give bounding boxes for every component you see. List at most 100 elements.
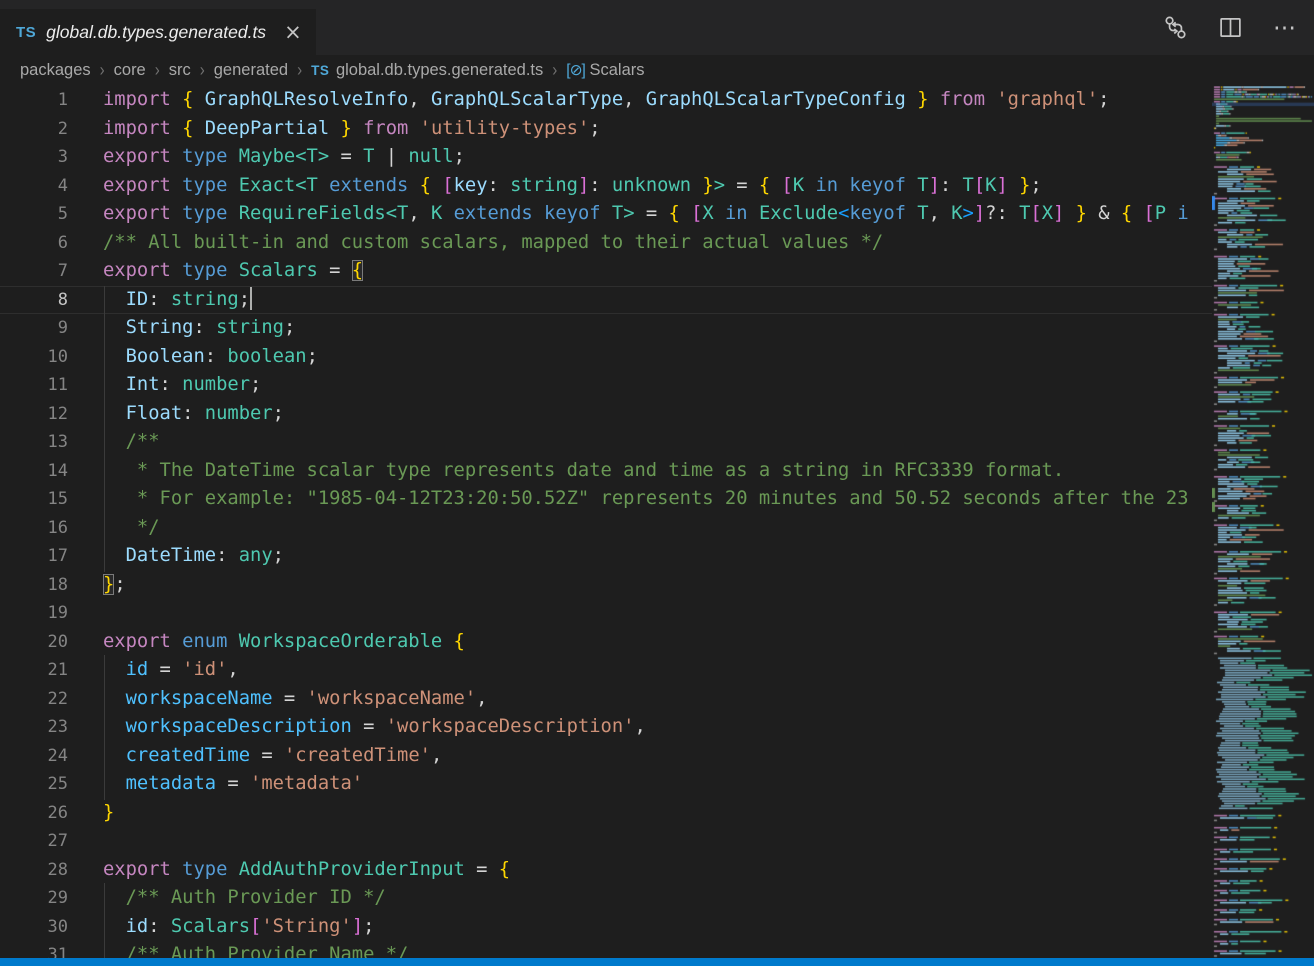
line-number[interactable]: 14 (0, 457, 68, 486)
code-line[interactable]: 4export type Exact<T extends { [key: str… (0, 172, 1212, 201)
code-line[interactable]: 7export type Scalars = { (0, 257, 1212, 286)
minimap[interactable] (1212, 86, 1314, 958)
breadcrumb-item-core[interactable]: core (114, 61, 146, 80)
split-editor-icon[interactable] (1218, 15, 1243, 40)
code-line[interactable]: 1import { GraphQLResolveInfo, GraphQLSca… (0, 86, 1212, 115)
code-token: ] (352, 916, 363, 937)
code-line[interactable]: 19 (0, 599, 1212, 628)
breadcrumb-item-src[interactable]: src (169, 61, 191, 80)
code-line[interactable]: 15 * For example: "1985-04-12T23:20:50.5… (0, 485, 1212, 514)
line-number[interactable]: 6 (0, 229, 68, 258)
line-number[interactable]: 12 (0, 400, 68, 429)
line-number[interactable]: 17 (0, 542, 68, 571)
code-line[interactable]: 3export type Maybe<T> = T | null; (0, 143, 1212, 172)
code-line[interactable]: 27 (0, 827, 1212, 856)
code-line[interactable]: 29 /** Auth Provider ID */ (0, 884, 1212, 913)
line-number[interactable]: 31 (0, 941, 68, 958)
code-token (929, 89, 940, 110)
line-number[interactable]: 11 (0, 371, 68, 400)
line-number[interactable]: 29 (0, 884, 68, 913)
line-number[interactable]: 9 (0, 314, 68, 343)
breadcrumb-separator: › (100, 60, 105, 81)
code-token: } (103, 802, 114, 823)
line-number[interactable]: 22 (0, 685, 68, 714)
code-line[interactable]: 18}; (0, 571, 1212, 600)
line-number[interactable]: 4 (0, 172, 68, 201)
more-actions-icon[interactable]: ⋯ (1273, 14, 1298, 41)
close-icon[interactable]: × (284, 22, 302, 43)
open-changes-icon[interactable] (1163, 15, 1188, 40)
indent-guide (104, 456, 105, 487)
line-number[interactable]: 30 (0, 913, 68, 942)
code-token: in (815, 175, 838, 196)
code-token: number (205, 403, 273, 424)
code-line[interactable]: 26} (0, 799, 1212, 828)
code-line[interactable]: 5export type RequireFields<T, K extends … (0, 200, 1212, 229)
code-line[interactable]: 2import { DeepPartial } from 'utility-ty… (0, 115, 1212, 144)
code-token: , (227, 659, 238, 680)
line-number[interactable]: 25 (0, 770, 68, 799)
code-token: 'graphql' (996, 89, 1098, 110)
code-line[interactable]: 24 createdTime = 'createdTime', (0, 742, 1212, 771)
indent-guide (104, 883, 105, 914)
code-line[interactable]: 6/** All built-in and custom scalars, ma… (0, 229, 1212, 258)
code-line[interactable]: 21 id = 'id', (0, 656, 1212, 685)
code-token: { (352, 260, 363, 281)
line-number[interactable]: 27 (0, 827, 68, 856)
code-line[interactable]: 22 workspaceName = 'workspaceName', (0, 685, 1212, 714)
code-token: ] (974, 203, 985, 224)
code-line[interactable]: 28export type AddAuthProviderInput = { (0, 856, 1212, 885)
line-number[interactable]: 1 (0, 86, 68, 115)
code-line[interactable]: 25 metadata = 'metadata' (0, 770, 1212, 799)
code-token: ; (589, 118, 600, 139)
line-number[interactable]: 2 (0, 115, 68, 144)
line-number[interactable]: 13 (0, 428, 68, 457)
breadcrumb-item-generated[interactable]: generated (214, 61, 288, 80)
line-number[interactable]: 8 (0, 287, 68, 314)
code-line[interactable]: 11 Int: number; (0, 371, 1212, 400)
breadcrumb-item-symbol[interactable]: [⊘] Scalars (566, 61, 644, 80)
line-number[interactable]: 19 (0, 599, 68, 628)
line-number[interactable]: 3 (0, 143, 68, 172)
code-line[interactable]: 9 String: string; (0, 314, 1212, 343)
code-token (103, 488, 126, 509)
code-token: ; (250, 374, 261, 395)
code-token (227, 631, 238, 652)
line-number[interactable]: 18 (0, 571, 68, 600)
line-number[interactable]: 10 (0, 343, 68, 372)
code-token: [ (250, 916, 261, 937)
code-line[interactable]: 23 workspaceDescription = 'workspaceDesc… (0, 713, 1212, 742)
line-number[interactable]: 24 (0, 742, 68, 771)
code-line[interactable]: 20export enum WorkspaceOrderable { (0, 628, 1212, 657)
tab-global-db-types[interactable]: TS global.db.types.generated.ts × (0, 9, 316, 55)
line-number[interactable]: 26 (0, 799, 68, 828)
line-number[interactable]: 21 (0, 656, 68, 685)
code-line[interactable]: 30 id: Scalars['String']; (0, 913, 1212, 942)
line-number[interactable]: 16 (0, 514, 68, 543)
code-token (227, 175, 238, 196)
code-editor[interactable]: 1import { GraphQLResolveInfo, GraphQLSca… (0, 86, 1212, 958)
code-token: 'workspaceName' (307, 688, 477, 709)
line-number[interactable]: 15 (0, 485, 68, 514)
code-line[interactable]: 13 /** (0, 428, 1212, 457)
code-line[interactable]: 17 DateTime: any; (0, 542, 1212, 571)
code-line[interactable]: 8 ID: string; (0, 286, 1212, 315)
code-token: = (273, 688, 307, 709)
line-number[interactable]: 7 (0, 257, 68, 286)
code-line[interactable]: 12 Float: number; (0, 400, 1212, 429)
code-token: > (963, 203, 974, 224)
line-number[interactable]: 20 (0, 628, 68, 657)
line-number[interactable]: 23 (0, 713, 68, 742)
line-number[interactable]: 28 (0, 856, 68, 885)
line-number[interactable]: 5 (0, 200, 68, 229)
code-token: { (454, 631, 465, 652)
breadcrumb-item-file[interactable]: TS global.db.types.generated.ts (311, 61, 543, 80)
code-line[interactable]: 31 /** Auth Provider Name */ (0, 941, 1212, 958)
breadcrumb-item-packages[interactable]: packages (20, 61, 91, 80)
code-line[interactable]: 10 Boolean: boolean; (0, 343, 1212, 372)
code-token: export (103, 146, 171, 167)
code-token (103, 659, 126, 680)
code-line[interactable]: 14 * The DateTime scalar type represents… (0, 457, 1212, 486)
code-token (533, 203, 544, 224)
code-line[interactable]: 16 */ (0, 514, 1212, 543)
